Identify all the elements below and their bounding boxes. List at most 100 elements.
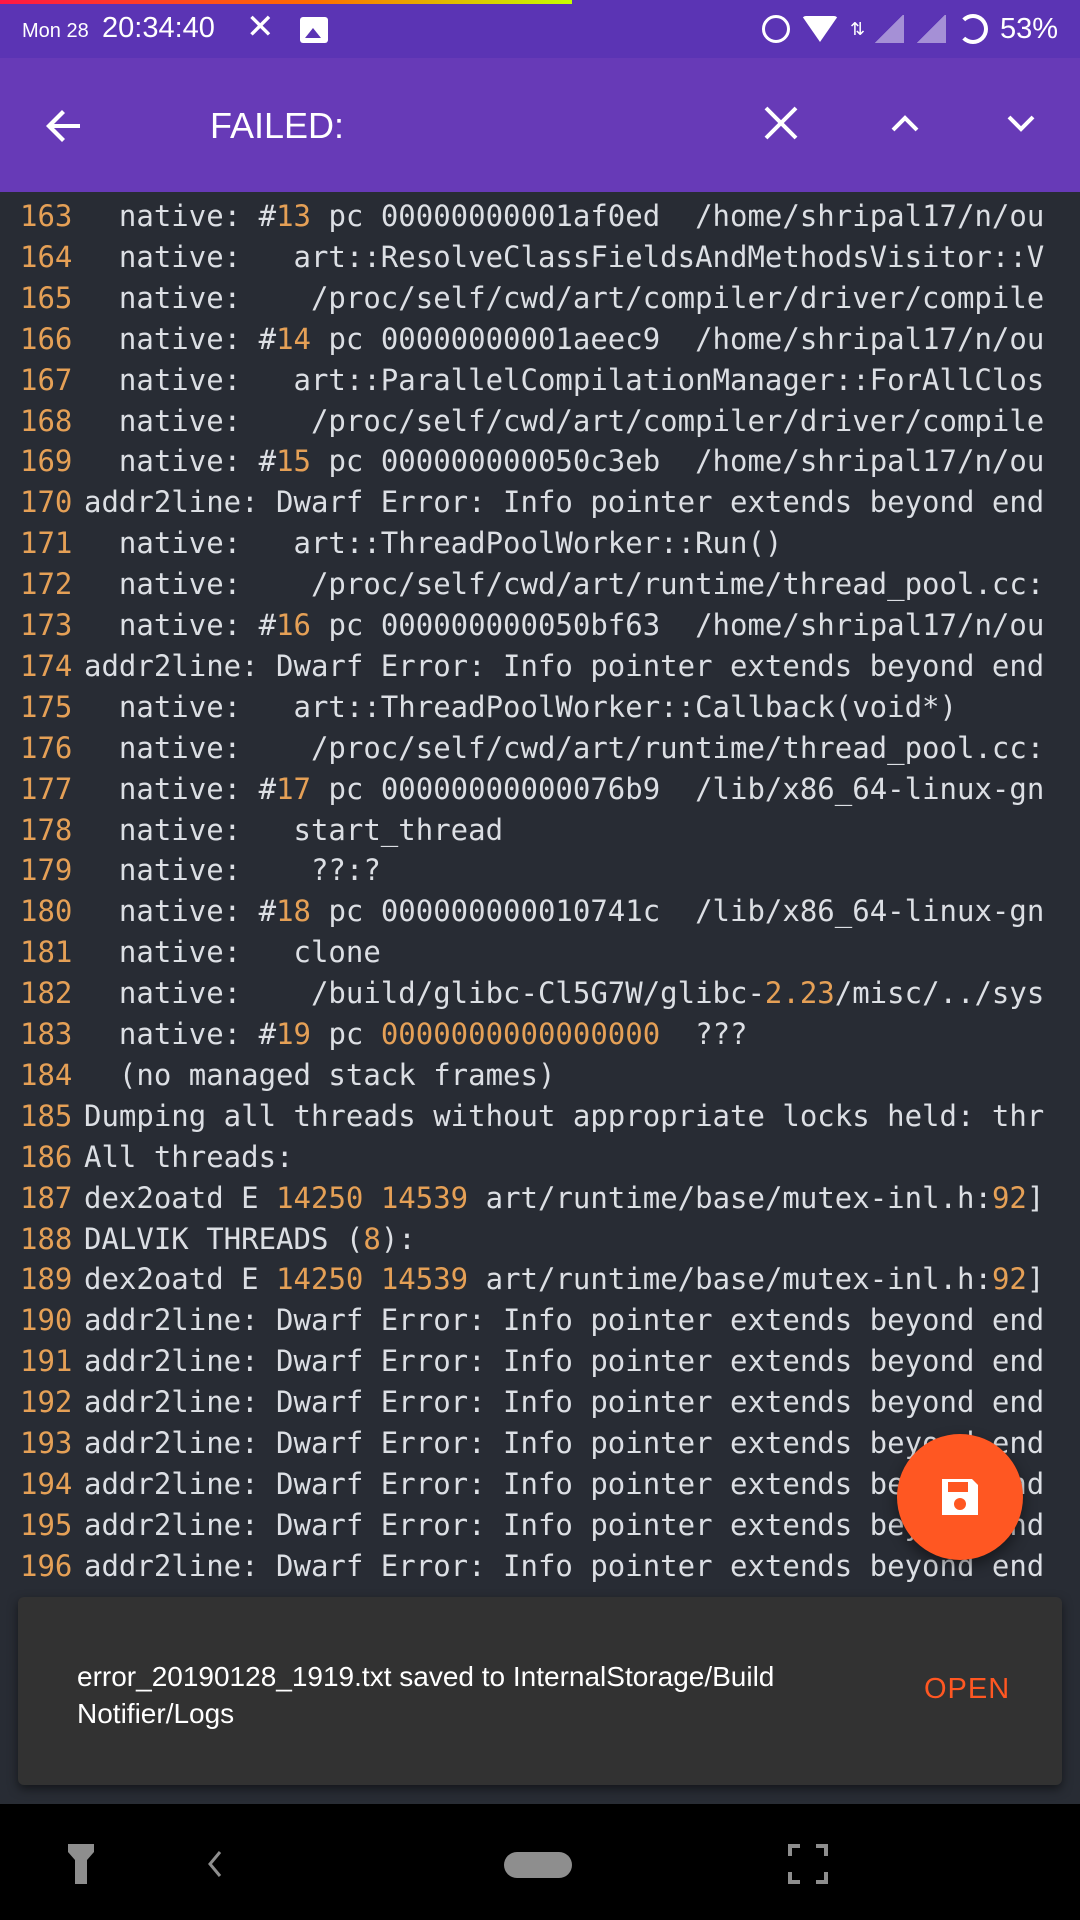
log-line: 171 native: art::ThreadPoolWorker::Run() [0, 523, 1080, 563]
log-text: native: #18 pc 000000000010741c /lib/x86… [84, 894, 1045, 929]
log-text: DALVIK THREADS (8): [84, 1221, 416, 1256]
next-match-icon[interactable] [996, 98, 1046, 148]
line-number: 192 [20, 1385, 73, 1420]
log-text: (no managed stack frames) [84, 1057, 556, 1092]
log-line: 180 native: #18 pc 000000000010741c /lib… [0, 891, 1080, 931]
search-query[interactable]: FAILED: [210, 102, 344, 150]
line-number: 193 [20, 1426, 73, 1460]
log-line: 196 addr2line: Dwarf Error: Info pointer … [0, 1546, 1080, 1586]
line-number: 196 [20, 1548, 73, 1583]
log-text: native: /proc/self/cwd/art/runtime/threa… [84, 730, 1045, 765]
log-line: 170 addr2line: Dwarf Error: Info pointer … [0, 482, 1080, 522]
snackbar-message: error_20190128_1919.txt saved to Interna… [77, 1661, 775, 1729]
line-number: 174 [20, 648, 73, 683]
cell-signal-icon [873, 15, 904, 43]
line-number: 179 [20, 853, 73, 888]
log-text: addr2line: Dwarf Error: Info pointer ext… [84, 1548, 1045, 1583]
snackbar: error_20190128_1919.txt saved to Interna… [18, 1597, 1062, 1785]
log-text: native: art::ResolveClassFieldsAndMethod… [84, 239, 1045, 274]
log-text: native: /build/glibc-Cl5G7W/glibc-2.23/m… [84, 976, 1045, 1011]
line-number: 171 [20, 526, 73, 561]
log-line: 163 native: #13 pc 00000000001af0ed /hom… [0, 196, 1080, 236]
clear-search-icon[interactable] [756, 98, 806, 148]
line-number: 191 [20, 1344, 73, 1379]
log-text: native: #14 pc 00000000001aeec9 /home/sh… [84, 321, 1045, 356]
log-line: 168 native: /proc/self/cwd/art/compiler/… [0, 401, 1080, 441]
notification-close-icon: ✕ [246, 8, 275, 46]
line-number: 178 [20, 812, 73, 847]
line-number: 170 [20, 485, 73, 520]
alarm-icon [761, 15, 790, 43]
line-number: 166 [20, 321, 73, 356]
log-text: addr2line: Dwarf Error: Info pointer ext… [84, 648, 1045, 683]
line-number: 169 [20, 444, 73, 479]
line-number: 195 [20, 1507, 73, 1542]
log-line: 167 native: art::ParallelCompilationMana… [0, 360, 1080, 400]
data-activity-icon: ⇅ [849, 19, 866, 39]
log-line: 191 addr2line: Dwarf Error: Info pointer … [0, 1341, 1080, 1381]
log-text: native: start_thread [84, 812, 504, 847]
line-number: 184 [20, 1057, 73, 1092]
log-text: All threads: [84, 1139, 294, 1174]
log-text: native: /proc/self/cwd/art/runtime/threa… [84, 567, 1045, 602]
nav-back-icon[interactable] [200, 1844, 230, 1884]
line-number: 177 [20, 771, 73, 806]
log-text: addr2line: Dwarf Error: Info pointer ext… [84, 1426, 1045, 1460]
log-text: native: /proc/self/cwd/art/compiler/driv… [84, 403, 1045, 438]
log-text: dex2oatd E 14250 14539 art/runtime/base/… [84, 1180, 1045, 1215]
previous-match-icon[interactable] [880, 98, 930, 148]
log-line: 177 native: #17 pc 00000000000076b9 /lib… [0, 769, 1080, 809]
log-text: native: #17 pc 00000000000076b9 /lib/x86… [84, 771, 1045, 806]
log-line: 188 DALVIK THREADS (8): [0, 1219, 1080, 1259]
line-number: 187 [20, 1180, 73, 1215]
log-line: 173 native: #16 pc 000000000050bf63 /hom… [0, 605, 1080, 645]
battery-percent: 53% [999, 12, 1058, 45]
cell-signal-2-icon [915, 15, 946, 43]
back-arrow-icon[interactable] [40, 102, 88, 150]
log-line: 192 addr2line: Dwarf Error: Info pointer … [0, 1382, 1080, 1422]
line-number: 163 [20, 199, 73, 233]
status-bar: Mon 28 20:34:40 ✕ ⇅ 53% [0, 0, 1080, 58]
log-line: 186 All threads: [0, 1137, 1080, 1177]
log-line: 164 native: art::ResolveClassFieldsAndMe… [0, 237, 1080, 277]
line-number: 186 [20, 1139, 73, 1174]
line-number: 188 [20, 1221, 73, 1256]
status-date: Mon 28 [22, 20, 89, 42]
log-text: addr2line: Dwarf Error: Info pointer ext… [84, 1303, 1045, 1338]
log-text: native: art::ParallelCompilationManager:… [84, 362, 1045, 397]
log-viewer[interactable]: 163 native: #13 pc 00000000001af0ed /hom… [0, 192, 1080, 1804]
line-number: 165 [20, 280, 73, 315]
log-text: native: #16 pc 000000000050bf63 /home/sh… [84, 608, 1045, 642]
save-icon [942, 1479, 978, 1515]
search-toolbar: FAILED: [0, 58, 1080, 192]
line-number: 176 [20, 730, 73, 765]
log-text: addr2line: Dwarf Error: Info pointer ext… [84, 1385, 1045, 1420]
line-number: 189 [20, 1262, 73, 1297]
flashlight-icon[interactable] [66, 1842, 96, 1886]
status-time: 20:34:40 [102, 12, 215, 44]
wifi-icon [801, 16, 838, 42]
log-line: 189 dex2oatd E 14250 14539 art/runtime/ba… [0, 1259, 1080, 1299]
log-text: native: #15 pc 000000000050c3eb /home/sh… [84, 444, 1045, 479]
log-line: 178 native: start_thread [0, 810, 1080, 850]
log-line: 184 (no managed stack frames) [0, 1055, 1080, 1095]
log-text: native: #13 pc 00000000001af0ed /home/sh… [84, 199, 1045, 233]
log-text: Dumping all threads without appropriate … [84, 1098, 1045, 1133]
nav-home-pill[interactable] [504, 1852, 572, 1878]
log-line: 182 native: /build/glibc-Cl5G7W/glibc-2.… [0, 973, 1080, 1013]
save-log-button[interactable] [897, 1434, 1023, 1560]
line-number: 194 [20, 1466, 73, 1501]
fullscreen-icon[interactable] [786, 1842, 830, 1886]
log-line: 190 addr2line: Dwarf Error: Info pointer … [0, 1300, 1080, 1340]
build-progress-strip [0, 0, 572, 4]
log-line: 166 native: #14 pc 00000000001aeec9 /hom… [0, 319, 1080, 359]
line-number: 181 [20, 935, 73, 970]
line-number: 172 [20, 567, 73, 602]
log-text: dex2oatd E 14250 14539 art/runtime/base/… [84, 1262, 1045, 1297]
log-text: native: ??:? [84, 853, 381, 888]
line-number: 173 [20, 608, 73, 642]
snackbar-open-button[interactable]: OPEN [924, 1673, 1010, 1706]
line-number: 190 [20, 1303, 73, 1338]
log-line: 174 addr2line: Dwarf Error: Info pointer … [0, 646, 1080, 686]
log-line: 179 native: ??:? [0, 850, 1080, 890]
